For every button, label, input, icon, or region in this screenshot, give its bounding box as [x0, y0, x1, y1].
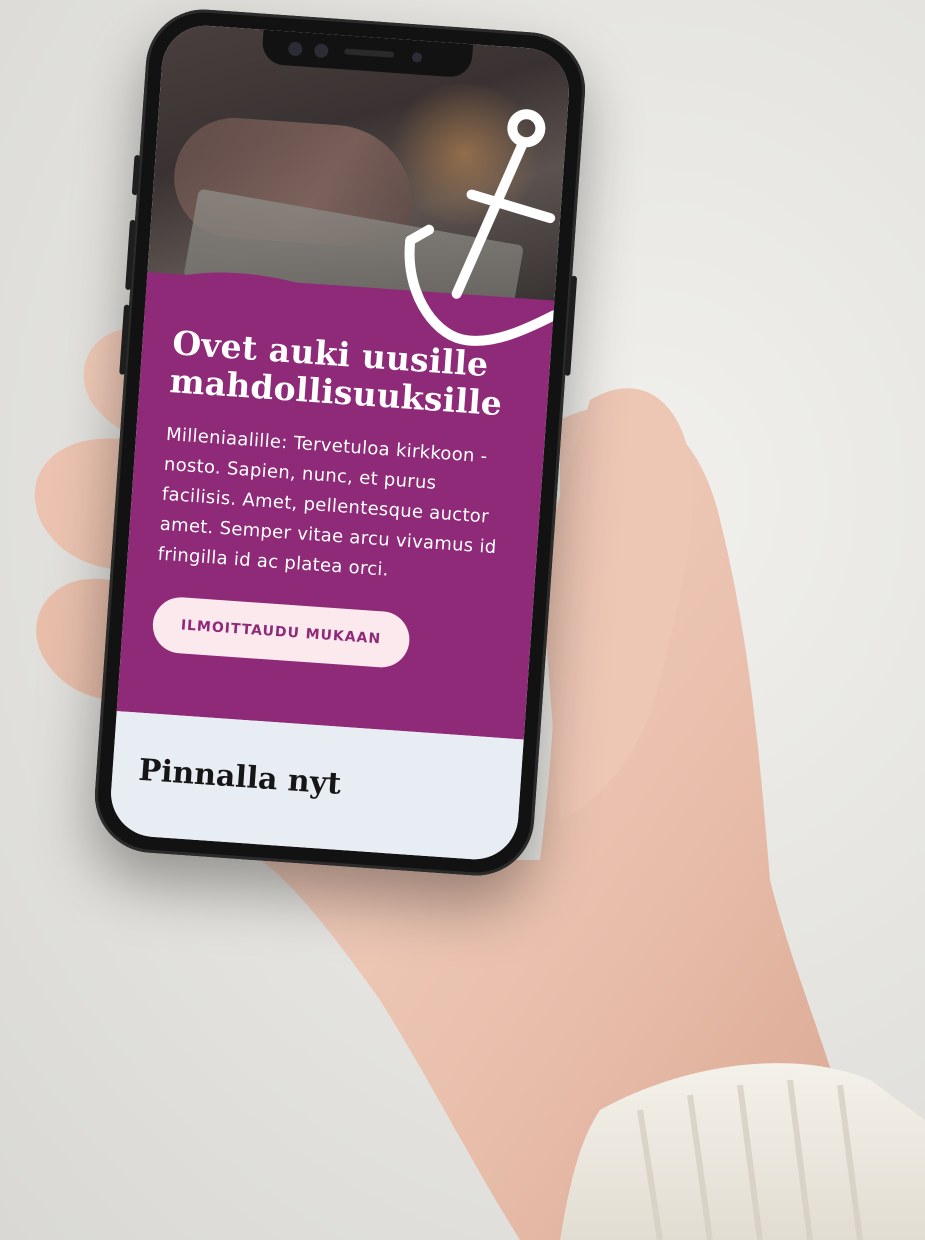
sensor-icon — [313, 43, 329, 59]
mockup-scene: Ovet auki uusille mahdollisuuksille Mill… — [0, 0, 925, 1240]
section-title: Pinnalla nyt — [137, 752, 343, 802]
sensor-icon — [287, 41, 303, 57]
hero-content: Ovet auki uusille mahdollisuuksille Mill… — [150, 323, 525, 676]
front-camera-icon — [411, 52, 423, 63]
phone-screen: Ovet auki uusille mahdollisuuksille Mill… — [108, 22, 572, 863]
anchor-icon — [404, 109, 559, 346]
earpiece-speaker — [344, 48, 395, 58]
phone-device: Ovet auki uusille mahdollisuuksille Mill… — [91, 5, 589, 880]
phone-mute-switch — [131, 154, 141, 196]
hero-description: Milleniaalille: Tervetuloa kirkkoon - no… — [157, 423, 498, 581]
